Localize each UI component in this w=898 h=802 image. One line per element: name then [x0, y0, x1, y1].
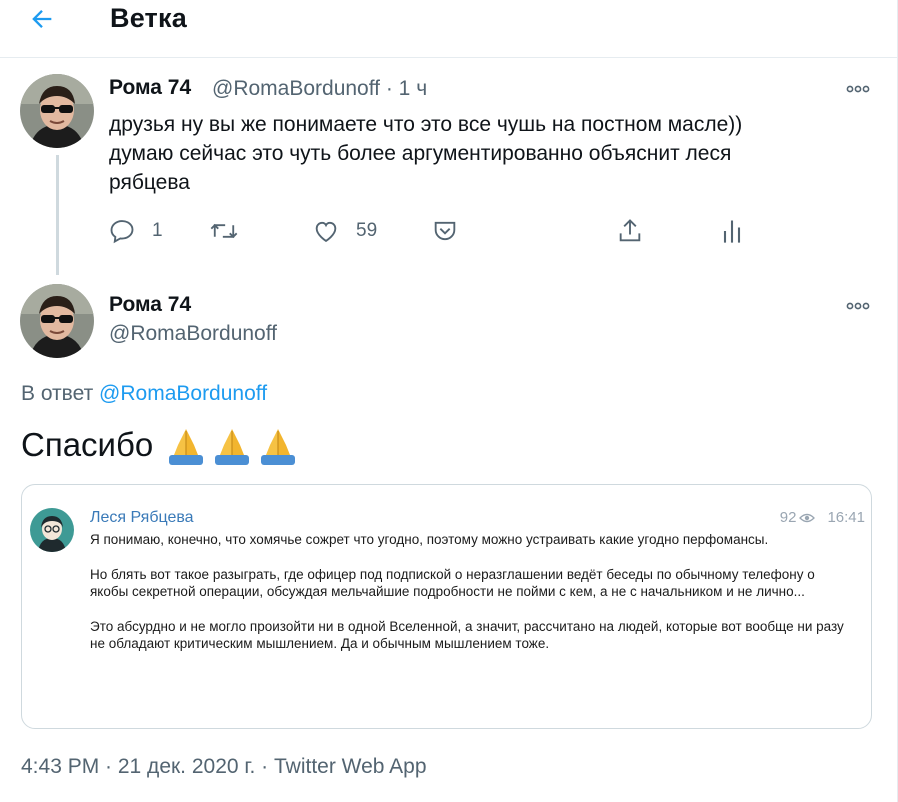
- more-dots-icon: [846, 85, 870, 93]
- embed-paragraph: Но блять вот такое разыграть, где офицер…: [90, 566, 815, 600]
- more-dots-icon: [846, 302, 870, 310]
- embed-paragraph: Это абсурдно и не могло произойти ни в о…: [90, 618, 844, 652]
- retweet-icon: [210, 223, 238, 239]
- embed-paragraph: Я понимаю, конечно, что хомячье сожрет ч…: [90, 532, 769, 547]
- avatar[interactable]: [20, 284, 94, 358]
- reply-button[interactable]: 1: [108, 217, 163, 245]
- embed-avatar-image: [30, 508, 74, 552]
- like-button[interactable]: 59: [312, 217, 377, 245]
- avatar-image: [20, 74, 94, 148]
- tweet-text-line: друзья ну вы же понимаете что это все чу…: [109, 113, 743, 136]
- folded-hands-icon: [261, 429, 296, 465]
- embed-avatar: [30, 508, 74, 552]
- avatar[interactable]: [20, 74, 94, 148]
- tweet-text: Спасибо: [21, 425, 297, 465]
- reply-count: 1: [152, 220, 163, 241]
- pocket-button[interactable]: [431, 217, 459, 245]
- thread-line: [56, 155, 59, 275]
- page-title: Ветка: [110, 3, 187, 33]
- folded-hands-icon: [215, 429, 250, 465]
- retweet-button[interactable]: [209, 217, 239, 245]
- tweet-text: друзья ну вы же понимаете что это все чу…: [109, 110, 879, 197]
- embed-time: 16:41: [827, 509, 865, 526]
- embedded-image[interactable]: Леся Рябцева 92 16:41 Я понимаю, конечно…: [21, 484, 872, 729]
- share-icon: [619, 219, 641, 242]
- share-button[interactable]: [616, 217, 644, 245]
- tweet-text-content: Спасибо: [21, 426, 154, 463]
- reply-handle-link[interactable]: @RomaBordunoff: [99, 382, 267, 405]
- pocket-icon: [434, 221, 456, 241]
- folded-hands-icon: [169, 429, 204, 465]
- tweet-text-line: думаю сейчас это чуть более аргументиров…: [109, 142, 732, 165]
- eye-icon: [799, 513, 816, 522]
- analytics-icon: [723, 220, 741, 243]
- embed-message-body: Я понимаю, конечно, что хомячье сожрет ч…: [90, 531, 850, 670]
- tweet-timestamp-source[interactable]: 4:43 PM · 21 дек. 2020 г. · Twitter Web …: [21, 755, 427, 779]
- header-divider: [0, 57, 897, 58]
- more-button[interactable]: [843, 296, 873, 316]
- author-name[interactable]: Рома 74: [109, 76, 191, 100]
- arrow-left-icon: [32, 10, 52, 28]
- analytics-button[interactable]: [720, 217, 744, 245]
- more-button[interactable]: [843, 79, 873, 99]
- author-name[interactable]: Рома 74: [109, 293, 191, 317]
- tweet-text-line: рябцева: [109, 171, 190, 194]
- embed-author-name: Леся Рябцева: [90, 509, 194, 526]
- embed-views: 92: [779, 509, 797, 526]
- author-handle[interactable]: @RomaBordunoff: [109, 322, 277, 346]
- reply-icon: [110, 220, 134, 244]
- avatar-image: [20, 284, 94, 358]
- reply-context: В ответ @RomaBordunoff: [21, 382, 267, 406]
- embed-meta: 92 16:41: [780, 509, 865, 526]
- heart-icon: [315, 221, 337, 243]
- author-handle-time[interactable]: @RomaBordunoff · 1 ч: [212, 77, 427, 101]
- like-count: 59: [356, 220, 378, 241]
- reply-prefix: В ответ: [21, 382, 100, 405]
- header: Ветка: [0, 0, 897, 40]
- back-button[interactable]: [26, 3, 58, 35]
